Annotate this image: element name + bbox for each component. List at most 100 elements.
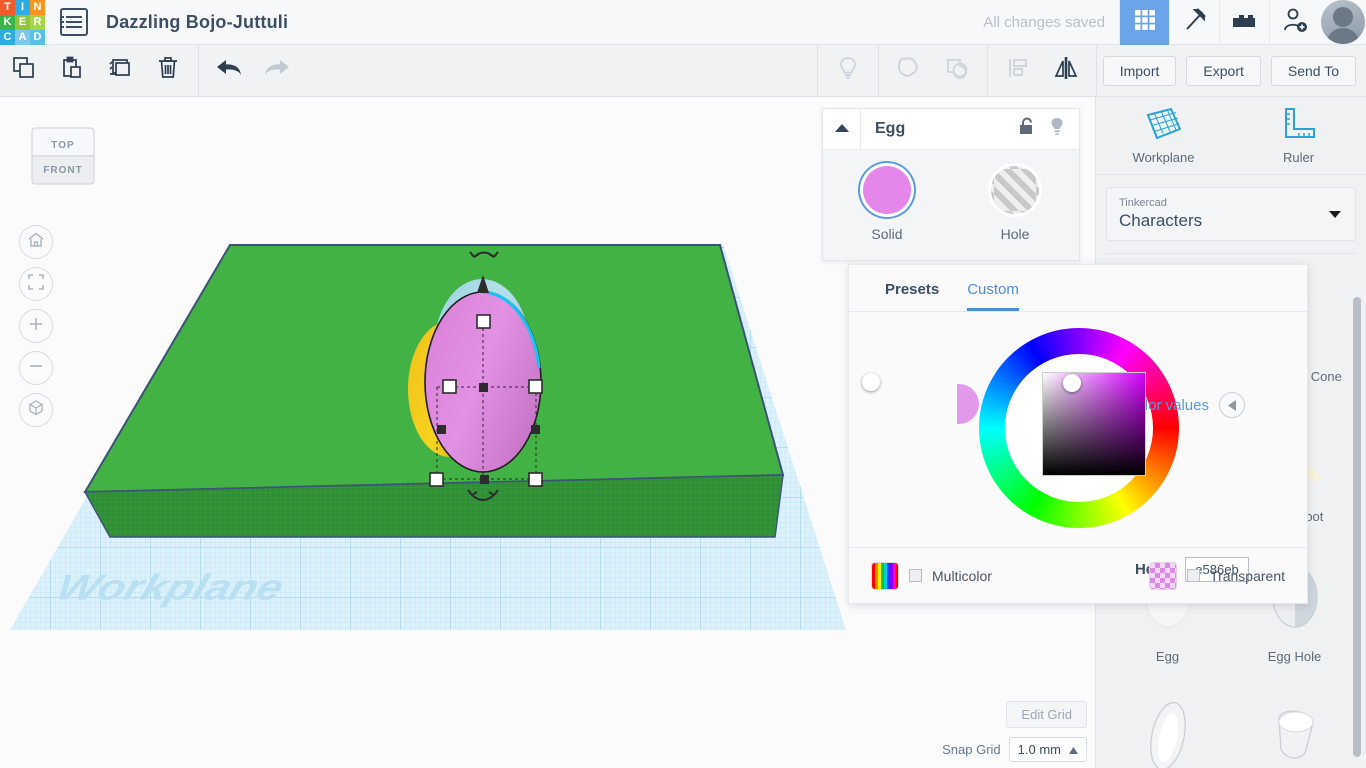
logo-tile-k: K bbox=[0, 14, 15, 30]
lightbulb-icon bbox=[835, 55, 861, 86]
multicolor-group[interactable]: Multicolor bbox=[871, 561, 992, 590]
tinkercad-app: T I N K E R C A D Dazzling Bojo-Juttuli … bbox=[0, 0, 1366, 768]
home-icon bbox=[27, 231, 45, 254]
transparent-group[interactable]: Transparent bbox=[1149, 561, 1285, 590]
hole-swatch[interactable] bbox=[991, 166, 1039, 214]
saturation-value-square[interactable] bbox=[1042, 372, 1146, 476]
main-toolbar: Import Export Send To bbox=[0, 44, 1366, 97]
lightbulb-icon[interactable] bbox=[1049, 117, 1065, 141]
duplicate-icon bbox=[107, 55, 133, 86]
grid-apps-icon bbox=[1132, 7, 1158, 38]
send-to-button[interactable]: Send To bbox=[1270, 55, 1356, 86]
blocks-button[interactable] bbox=[1219, 0, 1269, 45]
color-picker-body: Show color values Hex # bbox=[849, 312, 1307, 582]
mirror-button[interactable] bbox=[1042, 45, 1090, 97]
paste-icon bbox=[59, 55, 85, 86]
left-caret-circle-icon[interactable] bbox=[1219, 392, 1245, 418]
invite-people-button[interactable] bbox=[1269, 0, 1319, 45]
color-picker-footer: Multicolor Transparent bbox=[849, 547, 1307, 603]
edit-grid-button[interactable]: Edit Grid bbox=[1006, 701, 1087, 728]
shape-name: Egg bbox=[875, 120, 906, 137]
toolbar-right-group: Import Export Send To bbox=[811, 44, 1366, 97]
logo-tile-c: C bbox=[0, 29, 15, 45]
saturation-value-handle[interactable] bbox=[1063, 374, 1081, 392]
sidebar-item-label: Ruler bbox=[1282, 149, 1315, 165]
ortho-view-button[interactable] bbox=[19, 393, 53, 427]
library-select[interactable]: Tinkercad Characters bbox=[1106, 187, 1356, 241]
project-list-icon[interactable] bbox=[60, 8, 88, 36]
page-title: Dazzling Bojo-Juttuli bbox=[106, 11, 289, 32]
logo-tile-n: N bbox=[30, 0, 45, 15]
snap-grid-select[interactable]: 1.0 mm bbox=[1008, 737, 1087, 762]
redo-button[interactable] bbox=[253, 45, 301, 97]
group-button[interactable] bbox=[885, 45, 933, 97]
list-line bbox=[62, 21, 82, 23]
sidebar-scrollbar[interactable] bbox=[1353, 297, 1361, 757]
tinkercad-logo[interactable]: T I N K E R C A D bbox=[0, 0, 46, 45]
multicolor-checkbox[interactable] bbox=[909, 569, 922, 582]
svg-text:TOP: TOP bbox=[51, 140, 74, 151]
multicolor-label: Multicolor bbox=[932, 567, 992, 584]
library-name: Characters bbox=[1119, 211, 1203, 230]
undo-button[interactable] bbox=[205, 45, 253, 97]
view-cube[interactable]: TOP FRONT bbox=[22, 119, 104, 201]
ungroup-button[interactable] bbox=[933, 45, 981, 97]
delete-button[interactable] bbox=[144, 45, 192, 97]
transparent-checkbox[interactable] bbox=[1187, 569, 1201, 582]
snap-grid-row: Snap Grid 1.0 mm bbox=[942, 737, 1087, 762]
trash-icon bbox=[155, 55, 181, 86]
zoom-in-icon bbox=[27, 315, 45, 338]
shape-panel-header: Egg bbox=[823, 108, 1079, 150]
import-button[interactable]: Import bbox=[1102, 55, 1177, 86]
solid-swatch[interactable] bbox=[863, 166, 911, 214]
toolbar-divider bbox=[1095, 44, 1097, 97]
current-color-preview bbox=[957, 384, 979, 424]
hole-option[interactable]: Hole bbox=[970, 166, 1060, 242]
redo-arrow-icon bbox=[262, 56, 292, 85]
codeblocks-button[interactable] bbox=[1169, 0, 1219, 45]
shape-label: Egg Hole bbox=[1267, 648, 1322, 664]
sidebar-item-workplane[interactable]: Workplane bbox=[1096, 97, 1231, 174]
logo-tile-e: E bbox=[15, 14, 30, 30]
ortho-view-icon bbox=[27, 399, 45, 422]
export-button[interactable]: Export bbox=[1186, 55, 1261, 86]
shape-label: Egg bbox=[1155, 648, 1180, 664]
fit-view-icon bbox=[27, 273, 45, 296]
group-icon bbox=[895, 55, 923, 86]
ungroup-icon bbox=[943, 55, 971, 86]
solid-option[interactable]: Solid bbox=[842, 166, 932, 242]
tab-presets[interactable]: Presets bbox=[885, 281, 939, 311]
copy-button[interactable] bbox=[0, 45, 48, 97]
collapse-panel-button[interactable] bbox=[823, 108, 861, 150]
shape-item-bent-bunny-ear[interactable]: Bent Bunny Ear bbox=[1231, 680, 1358, 768]
align-icon bbox=[1005, 55, 1031, 86]
align-button[interactable] bbox=[994, 45, 1042, 97]
transparent-swatch[interactable] bbox=[1149, 561, 1178, 590]
list-line bbox=[62, 16, 82, 18]
multicolor-swatch[interactable] bbox=[871, 561, 899, 590]
mirror-icon bbox=[1051, 55, 1081, 86]
fit-view-button[interactable] bbox=[19, 267, 53, 301]
logo-tile-a: A bbox=[15, 29, 30, 45]
zoom-in-button[interactable] bbox=[19, 309, 53, 343]
logo-tile-i: I bbox=[15, 0, 30, 15]
home-view-button[interactable] bbox=[19, 225, 53, 259]
sidebar-item-ruler[interactable]: Ruler bbox=[1231, 97, 1366, 174]
shape-item-bunny-ear[interactable]: Bunny ear bbox=[1104, 680, 1231, 768]
shape-properties-panel: Egg Solid Hole bbox=[822, 108, 1080, 261]
solid-label: Solid bbox=[871, 226, 903, 242]
tab-custom[interactable]: Custom bbox=[967, 281, 1019, 311]
apps-grid-button[interactable] bbox=[1119, 0, 1169, 45]
unlock-icon[interactable] bbox=[1018, 117, 1035, 141]
zoom-out-button[interactable] bbox=[19, 351, 53, 385]
avatar[interactable] bbox=[1321, 0, 1365, 44]
light-button[interactable] bbox=[824, 45, 872, 97]
sidebar-item-label: Workplane bbox=[1132, 149, 1195, 165]
shape-thumb bbox=[1132, 697, 1204, 768]
snap-grid-label: Snap Grid bbox=[942, 742, 1001, 757]
paste-button[interactable] bbox=[48, 45, 96, 97]
hue-handle[interactable] bbox=[862, 373, 880, 391]
duplicate-button[interactable] bbox=[96, 45, 144, 97]
shape-type-options: Solid Hole bbox=[823, 150, 1079, 260]
ruler-icon bbox=[1280, 107, 1318, 144]
